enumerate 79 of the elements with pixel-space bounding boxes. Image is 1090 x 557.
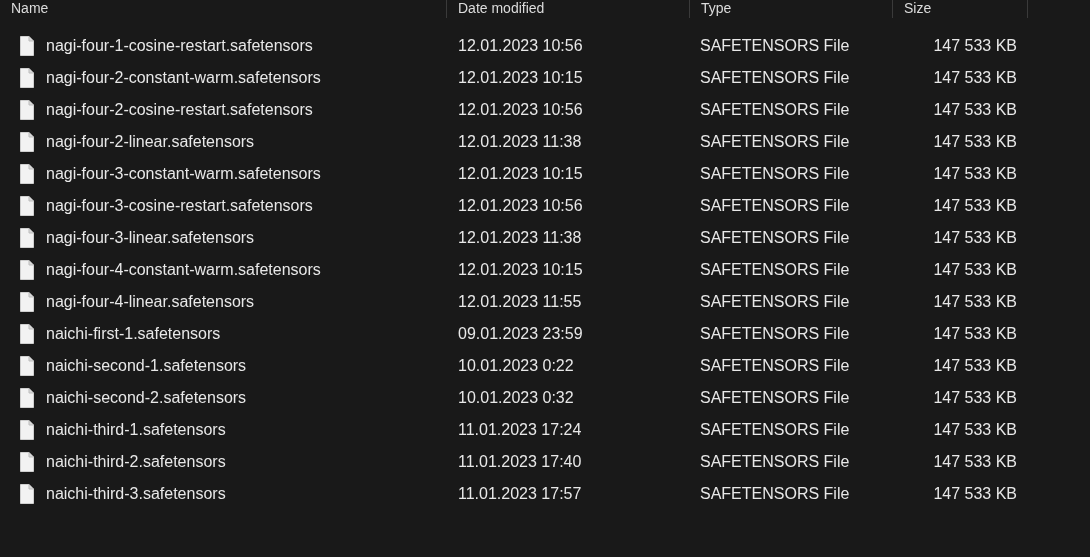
file-type: SAFETENSORS File bbox=[700, 293, 850, 310]
file-size: 147 533 KB bbox=[933, 389, 1017, 406]
date-modified: 12.01.2023 10:56 bbox=[458, 101, 583, 118]
file-name[interactable]: naichi-third-2.safetensors bbox=[46, 453, 226, 471]
date-modified: 12.01.2023 10:56 bbox=[458, 197, 583, 214]
file-size: 147 533 KB bbox=[933, 197, 1017, 214]
date-modified: 12.01.2023 11:38 bbox=[458, 229, 582, 246]
column-header[interactable]: Type bbox=[690, 0, 893, 18]
date-modified: 12.01.2023 11:38 bbox=[458, 133, 582, 150]
file-icon bbox=[20, 228, 34, 248]
file-size: 147 533 KB bbox=[933, 101, 1017, 118]
date-modified: 10.01.2023 0:32 bbox=[458, 389, 574, 406]
date-modified: 12.01.2023 10:15 bbox=[458, 165, 583, 182]
date-modified: 11.01.2023 17:40 bbox=[458, 453, 582, 470]
file-name[interactable]: naichi-second-1.safetensors bbox=[46, 357, 247, 375]
file-type: SAFETENSORS File bbox=[700, 229, 850, 246]
file-icon bbox=[20, 196, 34, 216]
column-header[interactable]: Name bbox=[0, 0, 447, 18]
file-type: SAFETENSORS File bbox=[700, 37, 850, 54]
file-type: SAFETENSORS File bbox=[700, 421, 850, 438]
file-name[interactable]: nagi-four-3-linear.safetensors bbox=[46, 229, 255, 247]
file-name[interactable]: nagi-four-2-linear.safetensors bbox=[46, 133, 255, 151]
file-size: 147 533 KB bbox=[933, 133, 1017, 150]
file-icon bbox=[20, 132, 34, 152]
file-type: SAFETENSORS File bbox=[700, 485, 850, 502]
date-modified: 11.01.2023 17:24 bbox=[458, 421, 582, 438]
file-icon bbox=[20, 260, 34, 280]
file-type: SAFETENSORS File bbox=[700, 133, 850, 150]
file-type: SAFETENSORS File bbox=[700, 325, 850, 342]
file-name[interactable]: nagi-four-4-constant-warm.safetensors bbox=[46, 261, 321, 279]
file-icon bbox=[20, 356, 34, 376]
file-name[interactable]: naichi-third-3.safetensors bbox=[46, 485, 226, 503]
file-icon bbox=[20, 452, 34, 472]
date-modified: 12.01.2023 10:56 bbox=[458, 37, 583, 54]
date-modified: 10.01.2023 0:22 bbox=[458, 357, 574, 374]
file-size: 147 533 KB bbox=[933, 69, 1017, 86]
column-header[interactable]: Size bbox=[893, 0, 1028, 18]
file-size: 147 533 KB bbox=[933, 453, 1017, 470]
date-modified: 12.01.2023 11:55 bbox=[458, 293, 582, 310]
date-modified: 09.01.2023 23:59 bbox=[458, 325, 583, 342]
file-icon bbox=[20, 484, 34, 504]
file-icon bbox=[20, 292, 34, 312]
file-size: 147 533 KB bbox=[933, 325, 1017, 342]
file-size: 147 533 KB bbox=[933, 293, 1017, 310]
file-name[interactable]: nagi-four-3-constant-warm.safetensors bbox=[46, 165, 321, 183]
file-icon bbox=[20, 36, 34, 56]
date-modified: 11.01.2023 17:57 bbox=[458, 485, 582, 502]
file-name[interactable]: naichi-second-2.safetensors bbox=[46, 389, 247, 407]
file-name[interactable]: nagi-four-2-cosine-restart.safetensors bbox=[46, 101, 313, 119]
file-type: SAFETENSORS File bbox=[700, 197, 850, 214]
file-type: SAFETENSORS File bbox=[700, 261, 850, 278]
date-modified: 12.01.2023 10:15 bbox=[458, 261, 583, 278]
file-size: 147 533 KB bbox=[933, 37, 1017, 54]
file-size: 147 533 KB bbox=[933, 421, 1017, 438]
file-icon bbox=[20, 420, 34, 440]
file-icon bbox=[20, 164, 34, 184]
file-icon bbox=[20, 68, 34, 88]
file-type: SAFETENSORS File bbox=[700, 389, 850, 406]
file-name[interactable]: nagi-four-2-constant-warm.safetensors bbox=[46, 69, 321, 87]
file-name[interactable]: naichi-first-1.safetensors bbox=[46, 325, 221, 343]
file-size: 147 533 KB bbox=[933, 357, 1017, 374]
file-icon bbox=[20, 100, 34, 120]
file-name[interactable]: nagi-four-1-cosine-restart.safetensors bbox=[46, 37, 313, 55]
file-icon bbox=[20, 324, 34, 344]
file-size: 147 533 KB bbox=[933, 229, 1017, 246]
file-type: SAFETENSORS File bbox=[700, 69, 850, 86]
file-size: 147 533 KB bbox=[933, 261, 1017, 278]
column-header[interactable]: Date modified bbox=[447, 0, 690, 18]
file-type: SAFETENSORS File bbox=[700, 453, 850, 470]
file-size: 147 533 KB bbox=[933, 165, 1017, 182]
file-type: SAFETENSORS File bbox=[700, 165, 850, 182]
file-name[interactable]: nagi-four-4-linear.safetensors bbox=[46, 293, 255, 311]
file-type: SAFETENSORS File bbox=[700, 357, 850, 374]
file-type: SAFETENSORS File bbox=[700, 101, 850, 118]
date-modified: 12.01.2023 10:15 bbox=[458, 69, 583, 86]
file-name[interactable]: naichi-third-1.safetensors bbox=[46, 421, 226, 439]
file-size: 147 533 KB bbox=[933, 485, 1017, 502]
file-icon bbox=[20, 388, 34, 408]
file-name[interactable]: nagi-four-3-cosine-restart.safetensors bbox=[46, 197, 313, 215]
